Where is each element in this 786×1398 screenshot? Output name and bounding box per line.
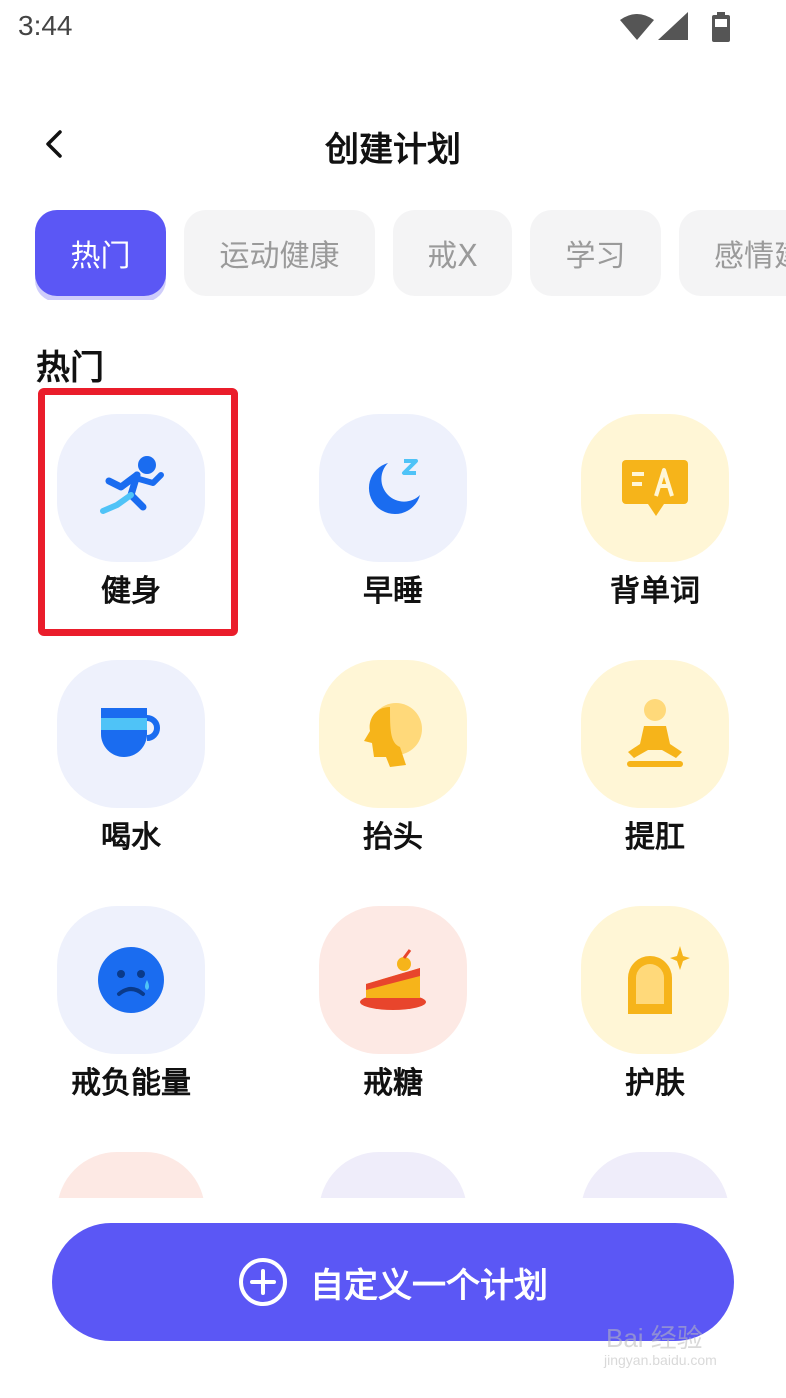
plan-icon-bg xyxy=(319,414,467,562)
sad-face-icon xyxy=(98,947,164,1013)
plan-label: 护肤 xyxy=(625,1066,685,1101)
head-profile-icon xyxy=(364,703,422,767)
plan-icon-bg xyxy=(581,1152,729,1198)
header: 创建计划 xyxy=(0,110,786,180)
wifi-icon xyxy=(620,14,654,40)
plan-icon-bg xyxy=(57,660,205,808)
watermark: Bai 经验 jingyan.baidu.com xyxy=(600,1318,760,1378)
plan-item-head-up[interactable]: 抬头 xyxy=(278,636,508,856)
plan-label: 抬头 xyxy=(363,820,423,855)
tab-sports-health[interactable]: 运动健康 xyxy=(184,210,375,296)
watermark-url: jingyan.baidu.com xyxy=(604,1352,717,1368)
plan-item-partial[interactable] xyxy=(16,1128,246,1198)
tab-study[interactable]: 学习 xyxy=(530,210,661,296)
tab-relationship[interactable]: 感情建 xyxy=(679,210,786,296)
custom-plan-label: 自定义一个计划 xyxy=(310,1265,548,1306)
plan-label: 戒糖 xyxy=(363,1066,423,1101)
plan-icon-bg xyxy=(581,414,729,562)
plan-item-partial[interactable] xyxy=(278,1128,508,1198)
plan-item-quit-negativity[interactable]: 戒负能量 xyxy=(16,882,246,1102)
watermark-text: Bai 经验 xyxy=(606,1323,703,1353)
plan-item-fitness[interactable]: 健身 xyxy=(16,390,246,610)
plan-item-skincare[interactable]: 护肤 xyxy=(540,882,770,1102)
translate-card-icon xyxy=(622,460,688,516)
face-sparkle-icon xyxy=(628,946,690,1014)
plan-item-partial[interactable] xyxy=(540,1128,770,1198)
plan-label: 早睡 xyxy=(363,574,423,609)
meditation-icon xyxy=(627,699,683,767)
tab-quit-x[interactable]: 戒X xyxy=(393,210,512,296)
running-person-icon xyxy=(100,456,164,514)
tab-hot[interactable]: 热门 xyxy=(35,210,166,296)
plan-icon-bg xyxy=(319,1152,467,1198)
cake-icon xyxy=(360,949,426,1010)
plan-icon-bg xyxy=(57,1152,205,1198)
plan-label: 喝水 xyxy=(101,820,161,855)
plan-icon-bg xyxy=(57,414,205,562)
category-tabs: 热门 运动健康 戒X 学习 感情建 xyxy=(0,210,786,300)
plan-icon-bg xyxy=(581,660,729,808)
status-time: 3:44 xyxy=(18,10,73,41)
plan-icon-bg xyxy=(57,906,205,1054)
battery-icon xyxy=(712,12,730,42)
page-title: 创建计划 xyxy=(325,130,461,170)
plan-item-kegel[interactable]: 提肛 xyxy=(540,636,770,856)
plan-icon-bg xyxy=(319,660,467,808)
status-bar: 3:44 xyxy=(0,0,786,56)
plan-icon-bg xyxy=(319,906,467,1054)
plan-label: 戒负能量 xyxy=(71,1066,191,1101)
signal-icon xyxy=(658,12,688,40)
plan-item-drink-water[interactable]: 喝水 xyxy=(16,636,246,856)
cup-icon xyxy=(101,708,160,757)
plan-item-quit-sugar[interactable]: 戒糖 xyxy=(278,882,508,1102)
plus-circle-icon xyxy=(239,1258,287,1306)
moon-sleep-icon xyxy=(368,459,420,515)
plan-grid: 健身 早睡 背单词 喝水 抬头 提肛 戒负能量 戒糖 护肤 xyxy=(0,390,786,1198)
section-title: 热门 xyxy=(36,348,104,388)
plan-item-vocabulary[interactable]: 背单词 xyxy=(540,390,770,610)
plan-icon-bg xyxy=(581,906,729,1054)
plan-label: 健身 xyxy=(101,574,161,609)
plan-label: 背单词 xyxy=(610,574,700,609)
plan-item-early-sleep[interactable]: 早睡 xyxy=(278,390,508,610)
plan-label: 提肛 xyxy=(625,820,685,855)
